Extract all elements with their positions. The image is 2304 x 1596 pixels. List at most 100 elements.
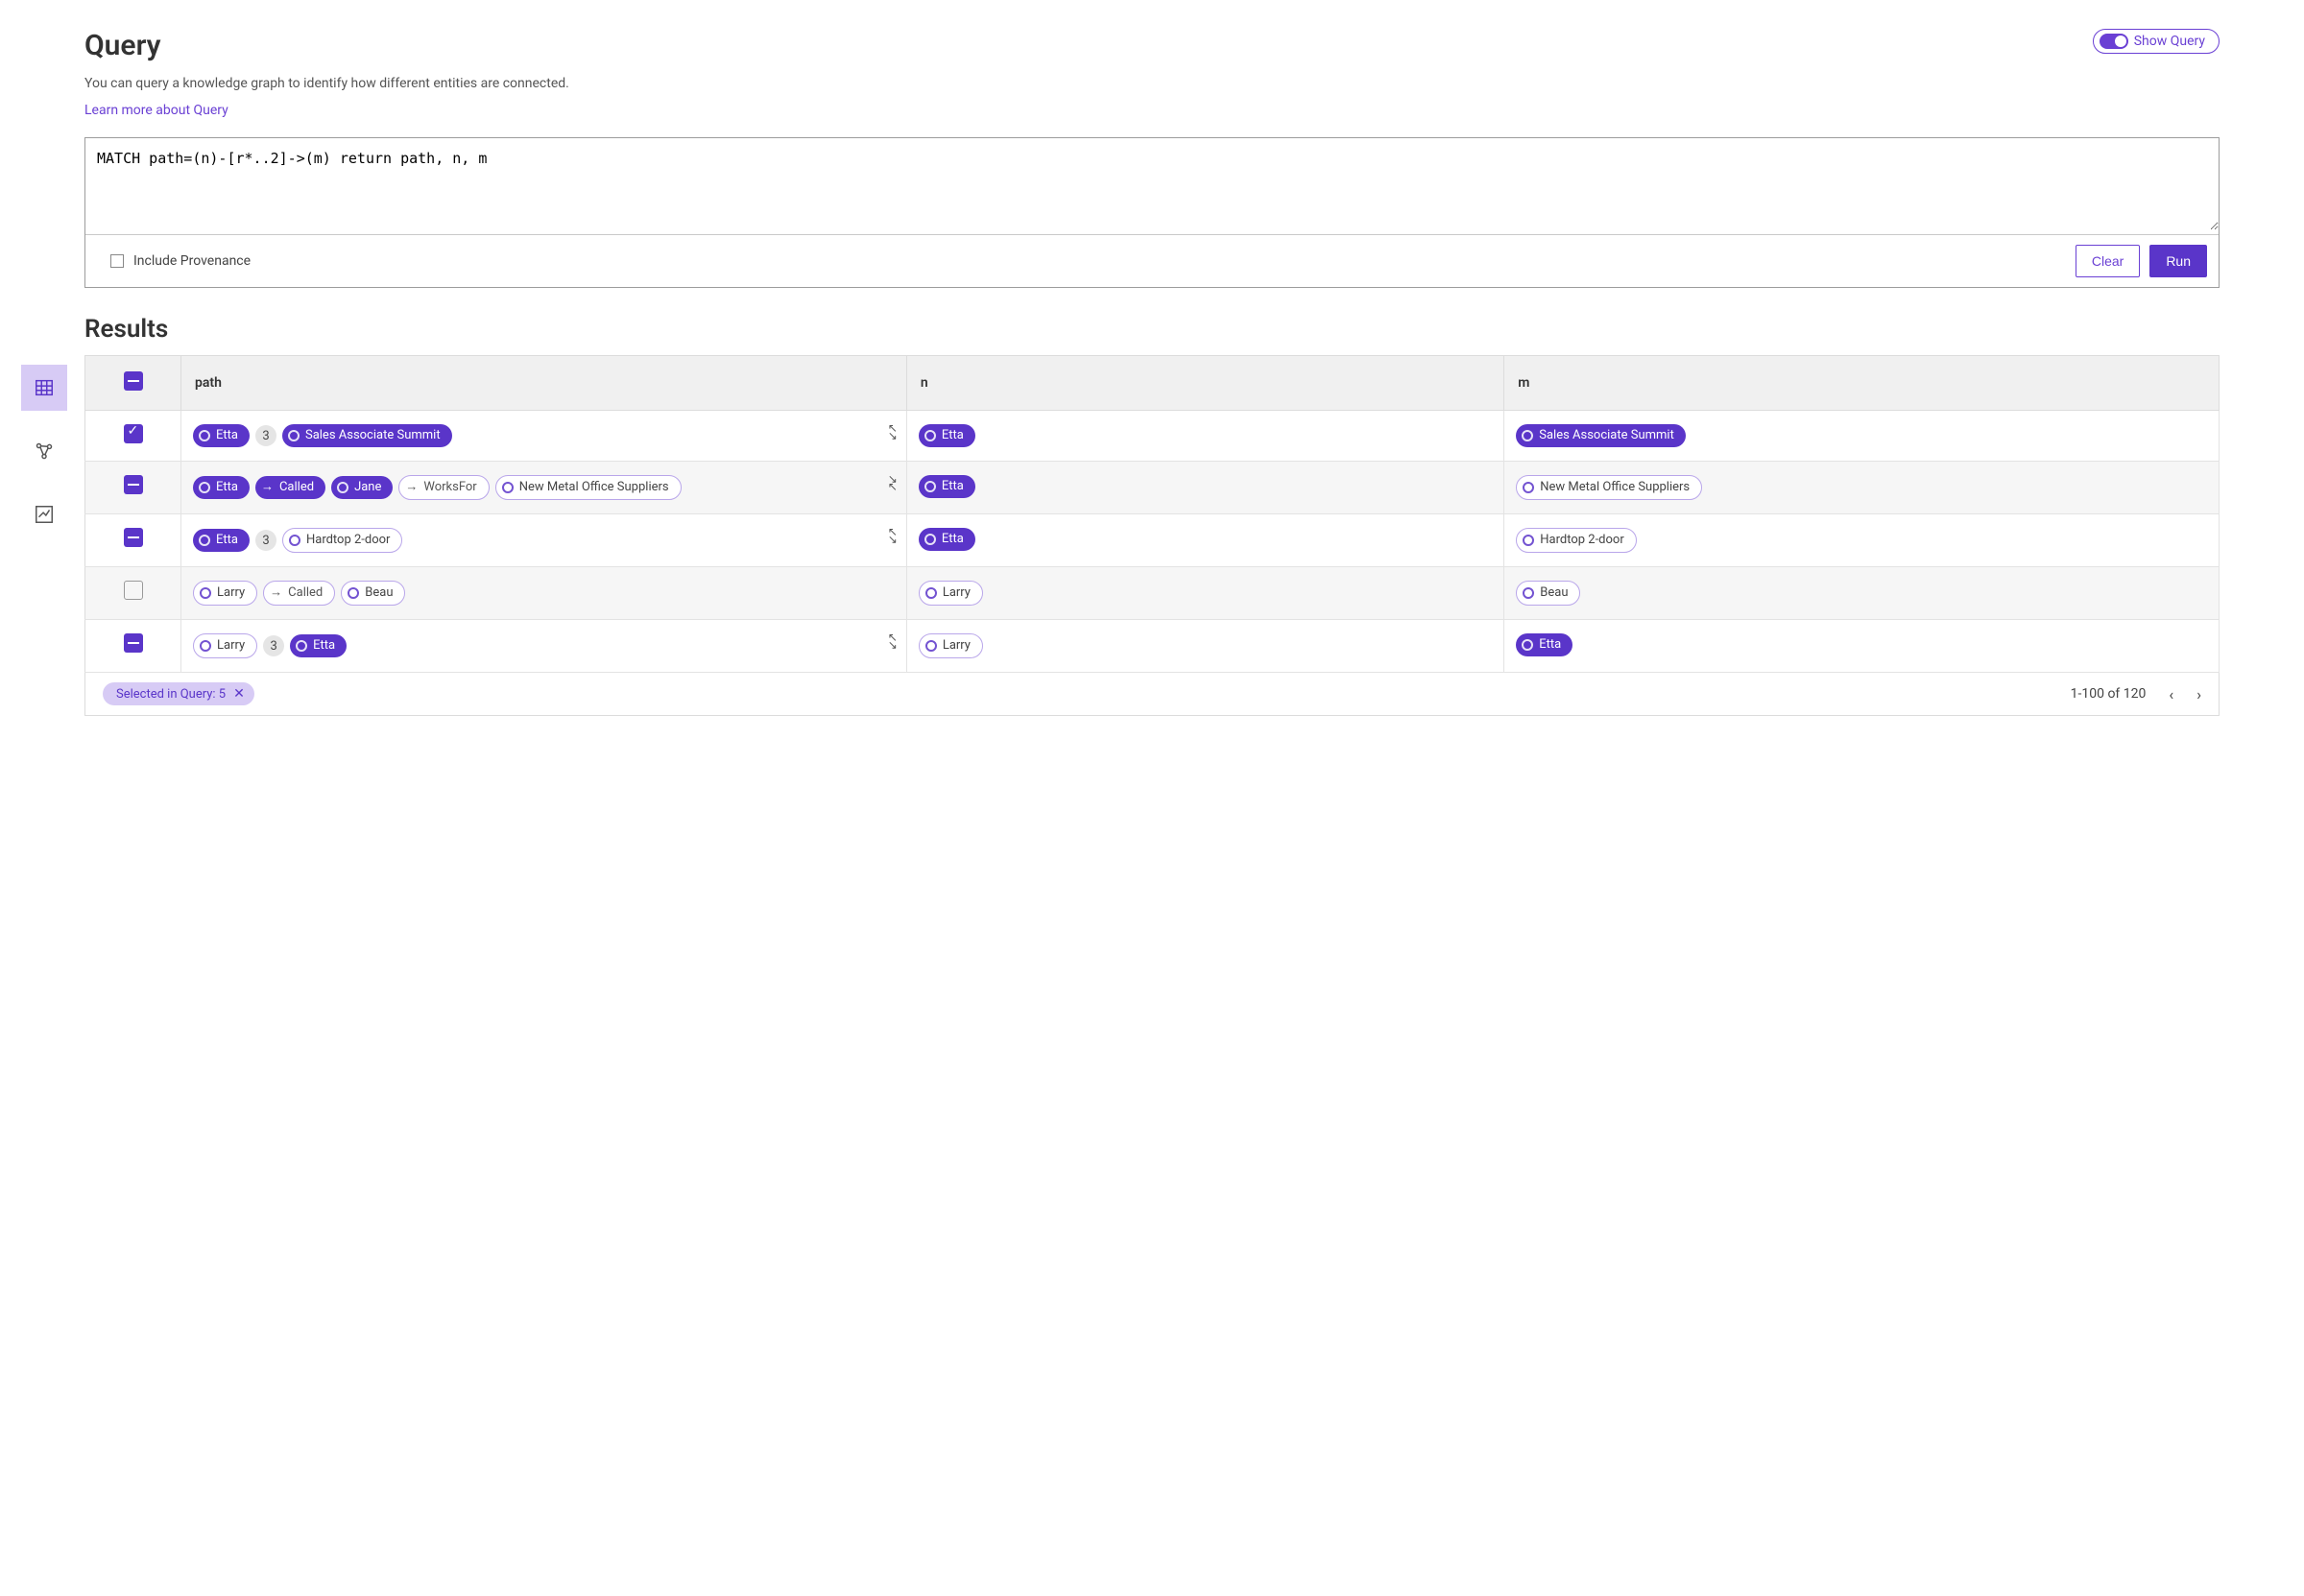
entity-label: Etta [216,532,238,549]
entity-label: New Metal Office Suppliers [1540,479,1690,496]
entity-label: Etta [942,478,964,495]
node-circle-icon [924,430,936,441]
learn-more-link[interactable]: Learn more about Query [84,103,228,118]
tab-graph-view[interactable] [21,428,67,474]
clear-button[interactable]: Clear [2076,245,2140,277]
node-circle-icon [924,534,936,545]
graph-icon [34,441,55,462]
relationship-chip[interactable]: → Called [255,476,325,499]
entity-chip[interactable]: Etta [1516,633,1572,656]
run-button[interactable]: Run [2149,245,2207,277]
entity-label: Larry [217,584,245,602]
entity-chip[interactable]: Etta [290,634,347,657]
node-circle-icon [1523,482,1534,493]
entity-label: Etta [216,427,238,444]
node-circle-icon [199,430,210,441]
entity-chip[interactable]: New Metal Office Suppliers [1516,475,1702,500]
expand-icon[interactable]: ↖↘ [888,633,897,649]
arrow-right-icon: → [261,479,274,496]
entity-label: Sales Associate Summit [305,427,441,444]
query-input[interactable]: MATCH path=(n)-[r*..2]->(m) return path,… [85,138,2219,230]
entity-chip[interactable]: Larry [919,633,983,658]
entity-chip[interactable]: Jane [331,476,393,499]
next-page-button[interactable]: › [2196,685,2201,703]
entity-chip[interactable]: Beau [341,581,405,606]
node-circle-icon [1522,430,1533,441]
arrow-right-icon: → [270,584,282,602]
node-circle-icon [348,587,359,599]
page-description: You can query a knowledge graph to ident… [84,76,569,91]
entity-label: Hardtop 2-door [1540,532,1624,549]
entity-chip[interactable]: Larry [193,633,257,658]
column-header-m[interactable]: m [1504,356,2220,411]
column-header-n[interactable]: n [906,356,1503,411]
row-select-checkbox[interactable] [124,424,143,443]
table-row: Etta → Called Jane→WorksFor New Metal Office… [85,462,2220,514]
table-row: Etta 3 Hardtop 2-door ↖↘ Etta Hardtop 2-door [85,514,2220,567]
entity-chip[interactable]: Beau [1516,581,1580,606]
entity-label: Sales Associate Summit [1539,427,1674,444]
entity-chip[interactable]: New Metal Office Suppliers [495,475,682,500]
entity-chip[interactable]: Hardtop 2-door [282,528,403,553]
include-provenance-checkbox[interactable]: Include Provenance [97,253,251,269]
entity-chip[interactable]: Larry [193,581,257,606]
tab-table-view[interactable] [21,365,67,411]
entity-label: Larry [943,637,971,655]
entity-label: New Metal Office Suppliers [519,479,669,496]
show-query-toggle[interactable]: Show Query [2093,29,2220,54]
node-circle-icon [1523,535,1534,546]
entity-label: Etta [313,637,335,655]
expand-icon[interactable]: ↖↘ [888,424,897,440]
entity-chip[interactable]: Larry [919,581,983,606]
entity-chip[interactable]: Etta [919,528,975,551]
table-row: Etta 3 Sales Associate Summit ↖↘ Etta Sales A… [85,411,2220,462]
entity-chip[interactable]: Etta [193,529,250,552]
node-circle-icon [337,482,348,493]
row-select-checkbox[interactable] [124,633,143,653]
clear-selection-icon[interactable]: ✕ [233,686,245,702]
node-circle-icon [1523,587,1534,599]
show-query-label: Show Query [2134,34,2205,49]
entity-chip[interactable]: Etta [193,476,250,499]
path-count-badge[interactable]: 3 [255,425,276,446]
node-circle-icon [200,587,211,599]
table-icon [34,377,55,398]
table-row: Larry→CalledBeauLarryBeau [85,567,2220,620]
relationship-chip[interactable]: →Called [263,581,335,606]
row-select-checkbox[interactable] [124,581,143,600]
tab-timeline-view[interactable] [21,491,67,537]
select-all-checkbox[interactable] [124,371,143,391]
relationship-chip[interactable]: →WorksFor [398,475,489,500]
node-circle-icon [925,640,937,652]
selected-count-chip[interactable]: Selected in Query: 5 ✕ [103,682,254,705]
node-circle-icon [924,481,936,492]
include-provenance-label: Include Provenance [133,253,251,269]
prev-page-button[interactable]: ‹ [2169,685,2173,703]
path-count-badge[interactable]: 3 [263,635,284,656]
entity-chip[interactable]: Sales Associate Summit [1516,424,1686,447]
row-select-checkbox[interactable] [124,528,143,547]
entity-label: Etta [942,427,964,444]
entity-chip[interactable]: Hardtop 2-door [1516,528,1637,553]
timeline-icon [34,504,55,525]
entity-chip[interactable]: Etta [193,424,250,447]
node-circle-icon [199,535,210,546]
collapse-icon[interactable]: ↘↖ [888,475,897,490]
entity-chip[interactable]: Sales Associate Summit [282,424,452,447]
entity-label: Hardtop 2-door [306,532,391,549]
node-circle-icon [200,640,211,652]
entity-chip[interactable]: Etta [919,475,975,498]
results-table: path n m Etta3Sales Associate Summit↖↘Et… [84,355,2220,673]
entity-chip[interactable]: Etta [919,424,975,447]
entity-label: Etta [1539,636,1561,654]
row-select-checkbox[interactable] [124,475,143,494]
node-circle-icon [289,535,300,546]
pagination-range: 1-100 of 120 [2071,686,2147,702]
expand-icon[interactable]: ↖↘ [888,528,897,543]
path-count-badge[interactable]: 3 [255,530,276,551]
relationship-label: Called [279,479,314,496]
relationship-label: WorksFor [423,479,476,496]
column-header-path[interactable]: path [181,356,907,411]
entity-label: Beau [1540,584,1568,602]
node-circle-icon [1522,639,1533,651]
